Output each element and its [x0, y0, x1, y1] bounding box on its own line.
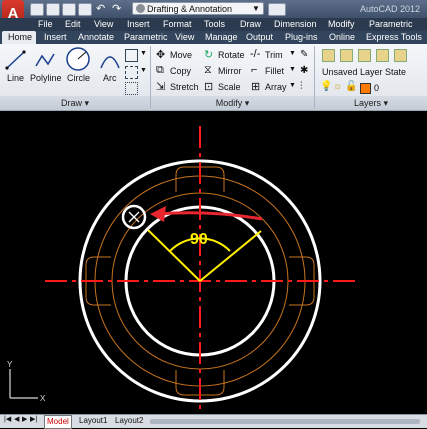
save-as-icon[interactable]	[78, 3, 92, 16]
open-file-icon[interactable]	[46, 3, 60, 16]
arc-icon[interactable]	[98, 48, 122, 72]
window-title: AutoCAD 2012	[360, 4, 421, 14]
unlock-icon[interactable]: 🔓	[345, 81, 357, 92]
scale-icon: ⊡	[204, 81, 214, 93]
explode-icon[interactable]: ✱	[300, 65, 308, 76]
save-icon[interactable]	[62, 3, 76, 16]
menu-format[interactable]: Format	[163, 18, 192, 31]
arc-tool-label[interactable]: Arc	[103, 73, 117, 83]
layout-tab-layout2[interactable]: Layout2	[113, 415, 145, 427]
ucs-x-label: X	[40, 394, 46, 403]
chevron-down-icon[interactable]: ▼	[289, 66, 296, 73]
ucs-icon	[9, 369, 38, 399]
tab-manage[interactable]: Manage	[205, 31, 238, 44]
erase-icon[interactable]: ✎	[300, 49, 308, 60]
layout-tab-layout1[interactable]: Layout1	[77, 415, 109, 427]
last-layout-icon[interactable]: ▶|	[30, 415, 37, 423]
tab-plug-ins[interactable]: Plug-ins	[285, 31, 318, 44]
layer-freeze-icon[interactable]	[376, 49, 389, 62]
dimension-text: 90	[190, 231, 208, 248]
fillet-icon: ⌐	[251, 64, 258, 76]
layer-state-dropdown[interactable]: Unsaved Layer State	[322, 67, 406, 77]
copy-button[interactable]: Copy	[170, 66, 191, 76]
first-layout-icon[interactable]: |◀	[4, 415, 11, 423]
rotate-button[interactable]: Rotate	[218, 50, 245, 60]
tab-parametric[interactable]: Parametric	[124, 31, 168, 44]
layers-panel-title[interactable]: Layers ▾	[315, 96, 427, 110]
gear-icon	[136, 4, 145, 13]
menu-draw[interactable]: Draw	[240, 18, 261, 31]
ucs-y-label: Y	[7, 360, 13, 369]
trim-button[interactable]: Trim	[265, 50, 283, 60]
tab-home[interactable]: Home	[8, 31, 32, 44]
current-layer-dropdown[interactable]: 0	[374, 83, 379, 93]
chevron-down-icon[interactable]: ▼	[140, 67, 147, 74]
boundary-icon[interactable]	[125, 82, 138, 95]
undo-icon[interactable]: ↶	[96, 2, 105, 15]
drawing-canvas[interactable]: 90 Y X	[0, 111, 427, 414]
chevron-down-icon[interactable]: ▼	[140, 50, 147, 57]
menu-dimension[interactable]: Dimension	[274, 18, 317, 31]
line-icon[interactable]	[4, 48, 28, 72]
polyline-icon[interactable]	[33, 48, 57, 72]
chevron-down-icon[interactable]: ▼	[289, 50, 296, 57]
stretch-button[interactable]: Stretch	[170, 82, 199, 92]
move-button[interactable]: Move	[170, 50, 192, 60]
menu-tools[interactable]: Tools	[204, 18, 225, 31]
move-icon: ✥	[156, 49, 166, 61]
next-layout-icon[interactable]: ▶	[22, 415, 27, 423]
menu-edit[interactable]: Edit	[65, 18, 81, 31]
layer-isolate-icon[interactable]	[358, 49, 371, 62]
menu-insert[interactable]: Insert	[127, 18, 150, 31]
rectangle-icon[interactable]	[125, 49, 138, 62]
tab-output[interactable]: Output	[246, 31, 273, 44]
fillet-button[interactable]: Fillet	[265, 66, 284, 76]
tab-online[interactable]: Online	[329, 31, 355, 44]
polyline-tool-label[interactable]: Polyline	[30, 73, 62, 83]
array-button[interactable]: Array	[265, 82, 287, 92]
stretch-icon: ⇲	[156, 81, 166, 93]
lightbulb-icon[interactable]: 💡	[320, 81, 332, 92]
layer-color-swatch[interactable]	[360, 83, 371, 94]
line-tool-label[interactable]: Line	[7, 73, 24, 83]
layer-off-icon[interactable]	[394, 49, 407, 62]
quick-access-dropdown-icon[interactable]	[268, 3, 286, 16]
horizontal-scrollbar[interactable]	[150, 419, 420, 424]
circle-tool-label[interactable]: Circle	[67, 73, 90, 83]
chevron-down-icon[interactable]: ▼	[289, 82, 296, 89]
sun-icon[interactable]: ☼	[333, 81, 342, 92]
new-file-icon[interactable]	[30, 3, 44, 16]
chevron-down-icon[interactable]: ▼	[252, 2, 260, 15]
menu-parametric[interactable]: Parametric	[369, 18, 413, 31]
rotate-icon: ↻	[204, 49, 214, 61]
offset-icon[interactable]: ⫶	[300, 81, 303, 92]
workspace-switcher[interactable]: Drafting & Annotation	[132, 2, 264, 15]
tab-express-tools[interactable]: Express Tools	[366, 31, 422, 44]
mirror-button[interactable]: Mirror	[218, 66, 242, 76]
cross-marker-icon	[128, 211, 140, 223]
menu-view[interactable]: View	[94, 18, 113, 31]
layer-properties-icon[interactable]	[322, 49, 335, 62]
layer-state-icon[interactable]	[340, 49, 353, 62]
modify-panel-title[interactable]: Modify ▾	[151, 96, 314, 110]
circle-icon[interactable]	[64, 45, 92, 73]
copy-icon: ⧉	[156, 64, 164, 76]
array-icon: ⊞	[251, 81, 261, 93]
tab-annotate[interactable]: Annotate	[78, 31, 114, 44]
scale-button[interactable]: Scale	[218, 82, 241, 92]
menu-modify[interactable]: Modify	[328, 18, 355, 31]
redo-icon[interactable]: ↷	[112, 2, 121, 15]
draw-panel-title[interactable]: Draw ▾	[0, 96, 150, 110]
tab-view[interactable]: View	[175, 31, 194, 44]
previous-layout-icon[interactable]: ◀	[14, 415, 19, 423]
trim-icon: -/-	[250, 48, 261, 60]
menu-file[interactable]: File	[38, 18, 53, 31]
tab-insert[interactable]: Insert	[44, 31, 67, 44]
annotation-arrow	[157, 211, 263, 221]
hatch-icon[interactable]	[125, 66, 138, 79]
mirror-icon: ⧖	[204, 64, 212, 76]
